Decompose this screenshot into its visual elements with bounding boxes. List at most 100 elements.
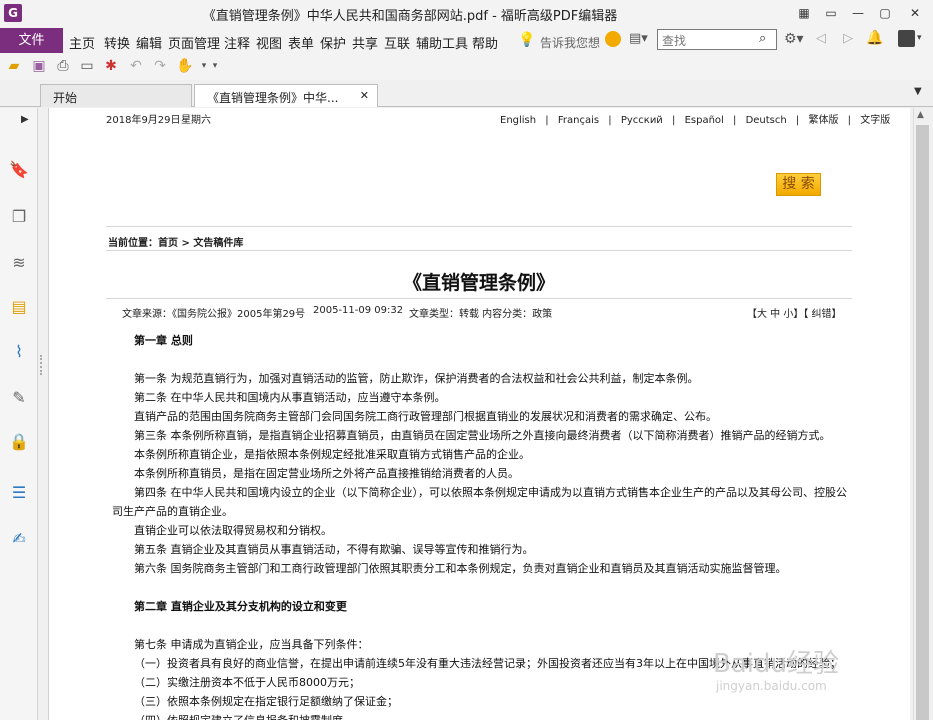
forward-icon[interactable]: ▷ <box>843 31 853 46</box>
certificate-icon[interactable]: ✍ <box>7 527 31 551</box>
tab-start-label: 开始 <box>53 91 78 105</box>
article-line: 本条例所称直销企业，是指依照本条例规定经批准采取直销方式销售产品的企业。 <box>134 448 530 461</box>
page-thumbnails-icon[interactable]: ❐ <box>7 205 31 229</box>
window-title: 《直销管理条例》中华人民共和国商务部网站.pdf - 福昕高级PDF编辑器 <box>202 9 618 24</box>
article-line: 本条例所称直销员，是指在固定营业场所之外将产品直接推销给消费者的人员。 <box>134 467 519 480</box>
print-icon[interactable]: ⎙ <box>53 56 73 76</box>
lightbulb-icon: 💡 <box>518 32 536 48</box>
article-line: 司生产产品的直销企业。 <box>112 505 233 518</box>
comments-icon[interactable]: ▤ <box>7 295 31 319</box>
avatar[interactable] <box>898 30 915 47</box>
panel-splitter[interactable] <box>40 355 43 375</box>
page-weekday: 星期六 <box>181 115 211 126</box>
tab-document-label: 《直销管理条例》中华... <box>207 91 339 105</box>
search-icon[interactable]: ⌕ <box>759 31 766 46</box>
tabs-dropdown-icon[interactable]: ▼ <box>914 86 922 97</box>
back-icon[interactable]: ◁ <box>816 31 826 46</box>
article-line: （三）依照本条例规定在指定银行足额缴纳了保证金； <box>134 695 398 708</box>
article-line: 第三条 本条例所称直销，是指直销企业招募直销员，由直销员在固定营业场所之外直接向… <box>134 429 831 442</box>
menu-protect[interactable]: 保护 <box>320 33 346 52</box>
heart-icon[interactable] <box>605 31 621 47</box>
app-window: G 《直销管理条例》中华人民共和国商务部网站.pdf - 福昕高级PDF编辑器 … <box>0 0 933 720</box>
lang-separator: | <box>545 115 549 126</box>
file-menu[interactable]: 文件 <box>0 28 63 53</box>
ribbon-display-icon[interactable]: ▦ <box>793 2 815 24</box>
menu-comment[interactable]: 注释 <box>224 33 250 52</box>
menu-connect[interactable]: 互联 <box>384 33 410 52</box>
minimize-button[interactable]: — <box>847 2 869 24</box>
menu-form[interactable]: 表单 <box>288 33 314 52</box>
hand-tool-icon[interactable]: ✋ <box>175 56 195 76</box>
close-button[interactable]: ✕ <box>904 2 926 24</box>
site-search-button[interactable]: 搜 索 <box>776 173 821 196</box>
lang-separator: | <box>847 115 852 126</box>
undo-icon[interactable]: ↶ <box>126 56 146 76</box>
expand-panel-icon[interactable]: ▶ <box>21 114 29 125</box>
font-size-controls[interactable]: 【大 中 小】【 纠错】 <box>747 305 842 320</box>
customize-toolbar-icon[interactable]: ▾ <box>205 56 225 76</box>
close-tab-icon[interactable]: ✕ <box>360 89 369 102</box>
lang-french[interactable]: Français <box>558 115 599 126</box>
menu-page-manage[interactable]: 页面管理 <box>168 33 220 52</box>
signature-icon[interactable]: ✎ <box>7 386 31 410</box>
bookmark-icon[interactable]: 🔖 <box>7 158 31 182</box>
lang-spanish[interactable]: Español <box>685 115 724 126</box>
fields-icon[interactable]: ☰ <box>7 481 31 505</box>
lang-russian[interactable]: Русский <box>621 115 663 126</box>
chapter-heading: 第一章 总则 <box>134 334 193 347</box>
save-icon[interactable]: ▣ <box>29 56 49 76</box>
menu-help[interactable]: 帮助 <box>472 33 498 52</box>
lang-separator: | <box>672 115 676 126</box>
open-folder-icon[interactable]: ▰ <box>4 56 24 76</box>
chapter-heading: 第二章 直销企业及其分支机构的设立和变更 <box>134 600 347 613</box>
lang-german[interactable]: Deutsch <box>746 115 787 126</box>
lang-text-version[interactable]: 文字版 <box>860 115 890 126</box>
menu-accessibility[interactable]: 辅助工具 <box>416 33 468 52</box>
maximize-button[interactable]: ▢ <box>874 2 896 24</box>
bell-icon[interactable]: 🔔 <box>866 30 883 46</box>
menu-view[interactable]: 视图 <box>256 33 282 52</box>
find-options-icon[interactable]: ▤▾ <box>629 31 648 46</box>
watermark-url: jingyan.baidu.com <box>716 679 827 693</box>
page-date: 2018年9月29日 <box>106 115 181 126</box>
scroll-up-icon[interactable]: ▲ <box>917 110 924 120</box>
article-line: 第四条 在中华人民共和国境内设立的企业（以下简称企业），可以依照本条例规定申请成… <box>134 486 847 499</box>
gear-icon[interactable]: ⚙▾ <box>784 31 804 47</box>
divider <box>106 226 852 227</box>
tab-document[interactable]: 《直销管理条例》中华... ✕ <box>194 84 378 107</box>
menu-edit[interactable]: 编辑 <box>136 33 162 52</box>
lang-traditional[interactable]: 繁体版 <box>808 115 838 126</box>
layers-icon[interactable]: ≋ <box>7 251 31 275</box>
article-line: 第五条 直销企业及其直销员从事直销活动，不得有欺骗、误导等宣传和推销行为。 <box>134 543 534 556</box>
restore-ribbon-icon[interactable]: ▭ <box>820 2 842 24</box>
article-source: 文章来源：《国务院公报》2005年第29号 <box>122 309 306 320</box>
menu-convert[interactable]: 转换 <box>104 33 130 52</box>
attachment-icon[interactable]: ⌇ <box>7 340 31 364</box>
properties-icon[interactable]: ▭ <box>77 56 97 76</box>
article-line: 第一条 为规范直销行为，加强对直销活动的监管，防止欺诈，保护消费者的合法权益和社… <box>134 372 699 385</box>
article-line: 第二条 在中华人民共和国境内从事直销活动，应当遵守本条例。 <box>134 391 446 404</box>
divider <box>106 298 852 299</box>
tab-start[interactable]: 开始 <box>40 84 192 107</box>
article-line: （四）依照规定建立了信息报备和披露制度。 <box>112 711 852 720</box>
lang-separator: | <box>608 115 612 126</box>
tell-me-box[interactable]: 告诉我您想 <box>540 34 600 54</box>
article-line: 直销企业可以依法取得贸易权和分销权。 <box>134 524 332 537</box>
article-line <box>112 578 852 597</box>
navigation-sidebar <box>0 108 38 720</box>
menu-home[interactable]: 主页 <box>69 33 95 52</box>
language-links: English | Français | Русский | Español |… <box>497 111 893 126</box>
lang-english[interactable]: English <box>500 115 536 126</box>
menu-share[interactable]: 共享 <box>352 33 378 52</box>
article-line <box>112 616 852 635</box>
article-line: 第六条 国务院商务主管部门和工商行政管理部门依照其职责分工和本条例规定，负责对直… <box>134 562 787 575</box>
account-dropdown-icon[interactable]: ▾ <box>917 33 922 43</box>
scrollbar-thumb[interactable] <box>916 125 929 720</box>
redo-icon[interactable]: ↷ <box>150 56 170 76</box>
security-lock-icon[interactable]: 🔒 <box>7 430 31 454</box>
article-line <box>112 350 852 369</box>
article-time: 2005-11-09 09:32 <box>313 305 404 316</box>
lang-separator: | <box>795 115 800 126</box>
new-document-icon[interactable]: ✱ <box>101 56 121 76</box>
watermark-text: Baidu经验 <box>713 649 839 679</box>
